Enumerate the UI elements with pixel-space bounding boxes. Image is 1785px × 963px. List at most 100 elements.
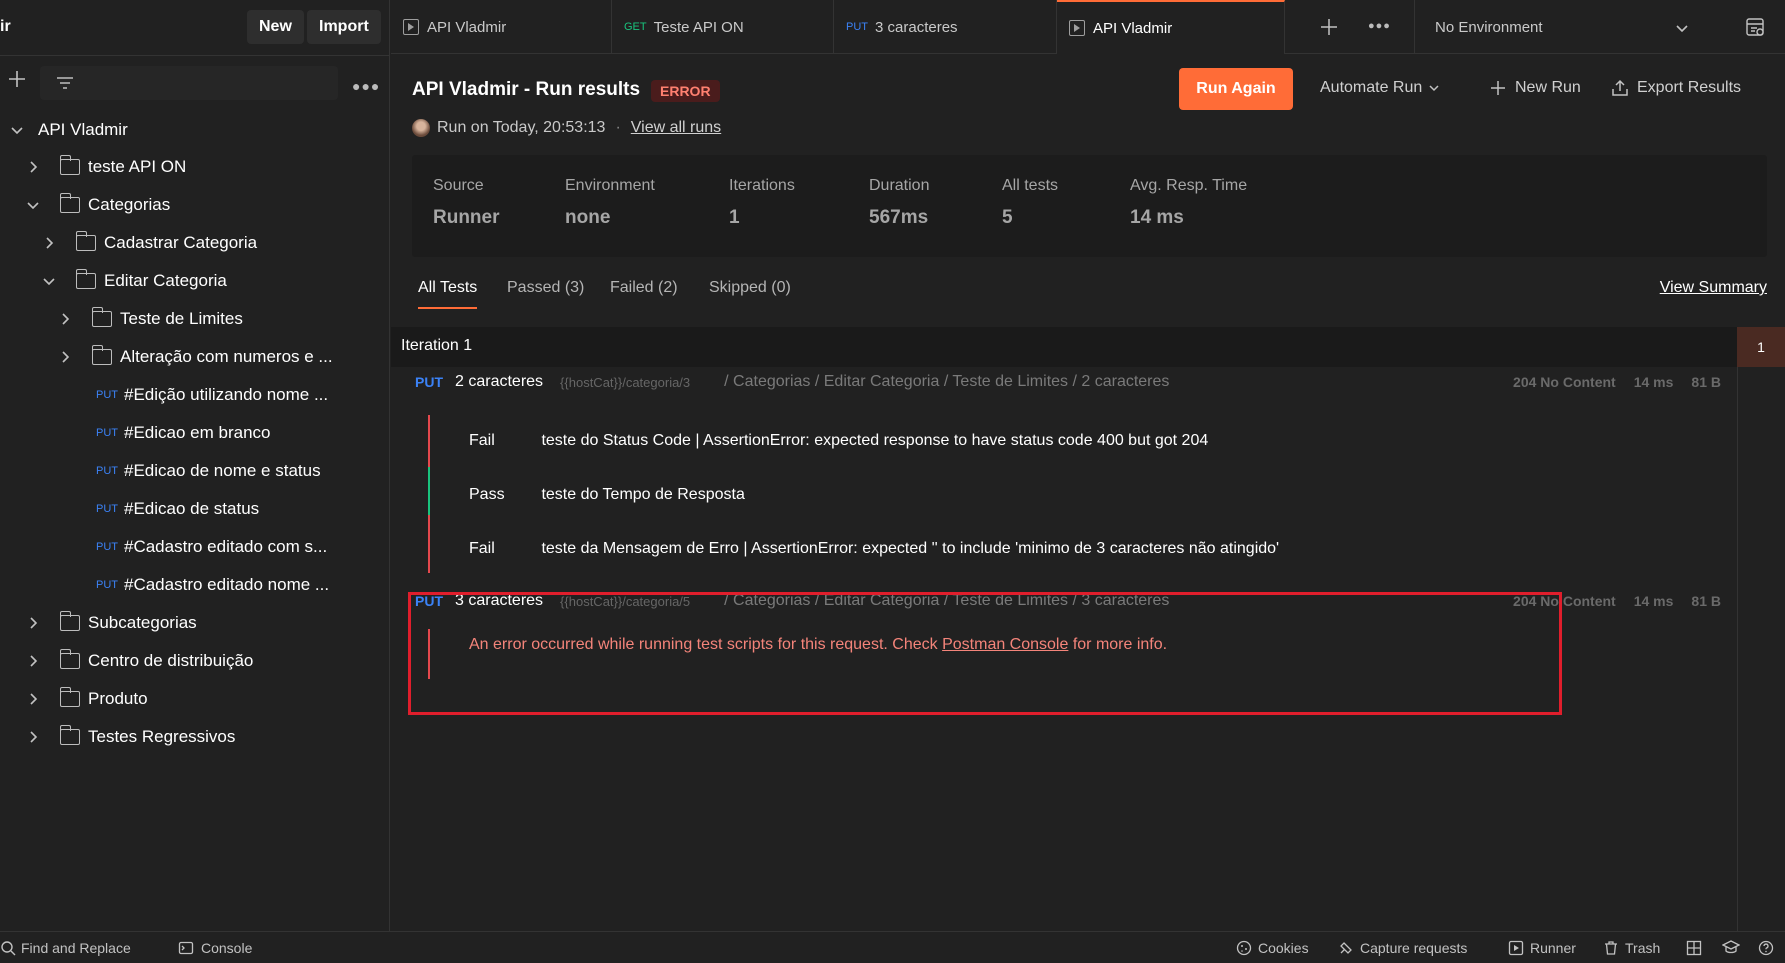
new-tab-plus-icon[interactable] — [1319, 17, 1339, 37]
tree-request-edicao-nome-status[interactable]: PUT #Edicao de nome e status — [96, 452, 321, 490]
environment-selector[interactable]: No Environment — [1414, 0, 1707, 54]
chevron-down-icon[interactable] — [42, 274, 56, 288]
chevron-right-icon[interactable] — [26, 692, 40, 706]
filter-icon[interactable] — [56, 76, 74, 90]
tree-item-editar-categoria[interactable]: Editar Categoria — [42, 262, 227, 300]
tree-item-teste-api-on[interactable]: teste API ON — [26, 148, 186, 186]
tree-item-categorias[interactable]: Categorias — [26, 186, 170, 224]
run-again-button[interactable]: Run Again — [1179, 68, 1293, 110]
folder-icon — [91, 345, 112, 365]
chevron-right-icon[interactable] — [26, 616, 40, 630]
more-options-icon[interactable]: ●●● — [352, 78, 380, 94]
tab-failed[interactable]: Failed (2) — [610, 279, 678, 297]
response-time: 14 ms — [1633, 593, 1674, 609]
tab-api-vladmir-1[interactable]: API Vladmir — [391, 0, 612, 54]
chevron-right-icon[interactable] — [58, 350, 72, 364]
stat-value: 5 — [1002, 207, 1013, 228]
stat-value: 1 — [729, 207, 740, 228]
tree-item-cadastrar-categoria[interactable]: Cadastrar Categoria — [42, 224, 257, 262]
stat-label: All tests — [1002, 177, 1059, 194]
environment-label: No Environment — [1435, 18, 1543, 36]
iteration-header: Iteration 1 — [391, 327, 1737, 367]
tree-item-testes-regressivos[interactable]: Testes Regressivos — [26, 718, 235, 756]
runner-button[interactable]: Runner — [1508, 940, 1576, 956]
tree-item-label: #Edicao de status — [124, 499, 260, 518]
export-results-button[interactable]: Export Results — [1611, 79, 1741, 97]
view-summary-link[interactable]: View Summary — [1660, 279, 1767, 297]
trash-button[interactable]: Trash — [1603, 940, 1660, 956]
cookie-icon — [1236, 940, 1252, 956]
search-input[interactable] — [40, 66, 338, 100]
new-run-button[interactable]: New Run — [1489, 79, 1581, 97]
tree-item-centro-distribuicao[interactable]: Centro de distribuição — [26, 642, 253, 680]
tab-api-vladmir-active[interactable]: API Vladmir — [1057, 0, 1285, 54]
console-button[interactable]: Console — [178, 940, 252, 956]
request-path: / Categorias / Editar Categoria / Teste … — [724, 373, 1170, 390]
tree-request-edicao-status[interactable]: PUT #Edicao de status — [96, 490, 259, 528]
tree-item-produto[interactable]: Produto — [26, 680, 148, 718]
chevron-right-icon[interactable] — [58, 312, 72, 326]
chevron-right-icon[interactable] — [26, 160, 40, 174]
folder-icon — [59, 611, 80, 631]
stat-label: Iterations — [729, 177, 795, 194]
learning-center-icon[interactable] — [1722, 940, 1740, 956]
import-button[interactable]: Import — [307, 10, 381, 44]
iteration-label: Iteration 1 — [401, 337, 473, 354]
tree-item-label: Cadastrar Categoria — [104, 233, 258, 252]
tree-request-cadastro-editado-nome[interactable]: PUT #Cadastro editado nome ... — [96, 566, 329, 604]
tree-item-label: Subcategorias — [88, 613, 197, 632]
cookies-button[interactable]: Cookies — [1236, 940, 1309, 956]
tree-request-cadastro-editado-com[interactable]: PUT #Cadastro editado com s... — [96, 528, 327, 566]
iteration-number[interactable]: 1 — [1737, 327, 1785, 367]
tree-item-label: Categorias — [88, 195, 171, 214]
help-icon[interactable] — [1758, 940, 1774, 956]
tree-request-edicao-utilizando[interactable]: PUT #Edição utilizando nome ... — [96, 376, 328, 414]
workspace-name[interactable]: ir — [0, 18, 11, 36]
folder-icon — [59, 193, 80, 213]
automate-run-button[interactable]: Automate Run — [1320, 79, 1440, 97]
put-method-tag: PUT — [415, 374, 443, 390]
tab-teste-api-on[interactable]: GET Teste API ON — [612, 0, 834, 54]
fail-indicator — [428, 515, 430, 573]
request-row[interactable]: PUT 2 caracteres {{hostCat}}/categoria/3… — [415, 368, 1721, 396]
stat-label: Avg. Resp. Time — [1130, 177, 1248, 194]
folder-icon — [91, 307, 112, 327]
trash-label: Trash — [1625, 940, 1661, 956]
tab-label: API Vladmir — [427, 18, 507, 36]
chevron-down-icon[interactable] — [26, 198, 40, 212]
new-button[interactable]: New — [247, 10, 304, 44]
chevron-down-icon[interactable] — [10, 123, 24, 137]
tab-more-icon[interactable]: ●●● — [1368, 20, 1391, 32]
find-replace-button[interactable]: Find and Replace — [0, 940, 131, 956]
tab-skipped[interactable]: Skipped (0) — [709, 279, 791, 297]
chevron-right-icon[interactable] — [42, 236, 56, 250]
tree-item-label: Alteração com numeros e ... — [120, 347, 333, 366]
tree-item-alteracao[interactable]: Alteração com numeros e ... — [58, 338, 333, 376]
put-method-tag: PUT — [96, 465, 118, 477]
collection-root[interactable]: API Vladmir — [10, 111, 128, 149]
tree-item-subcategorias[interactable]: Subcategorias — [26, 604, 197, 642]
put-method-tag: PUT — [846, 21, 868, 33]
layout-icon[interactable] — [1686, 940, 1702, 956]
request-name: 2 caracteres — [455, 373, 544, 390]
tree-item-label: Testes Regressivos — [88, 727, 236, 746]
tree-item-label: Centro de distribuição — [88, 651, 254, 670]
tree-request-edicao-em-branco[interactable]: PUT #Edicao em branco — [96, 414, 270, 452]
tree-item-label: Editar Categoria — [104, 271, 227, 290]
tree-item-label: #Cadastro editado nome ... — [124, 575, 330, 594]
chevron-right-icon[interactable] — [26, 730, 40, 744]
chevron-right-icon[interactable] — [26, 654, 40, 668]
view-all-runs-link[interactable]: View all runs — [631, 119, 721, 137]
environment-quick-look-icon[interactable] — [1744, 16, 1766, 38]
tab-passed[interactable]: Passed (3) — [507, 279, 584, 297]
runner-label: Runner — [1530, 940, 1576, 956]
tree-item-teste-de-limites[interactable]: Teste de Limites — [58, 300, 243, 338]
capture-requests-button[interactable]: Capture requests — [1338, 940, 1467, 956]
run-title: API Vladmir - Run results — [412, 79, 641, 100]
plus-icon[interactable] — [6, 68, 28, 90]
tab-3-caracteres[interactable]: PUT 3 caracteres — [834, 0, 1057, 54]
response-size: 81 B — [1691, 374, 1721, 390]
avatar — [412, 119, 430, 137]
put-method-tag: PUT — [96, 389, 118, 401]
tab-all-tests[interactable]: All Tests — [418, 279, 478, 309]
